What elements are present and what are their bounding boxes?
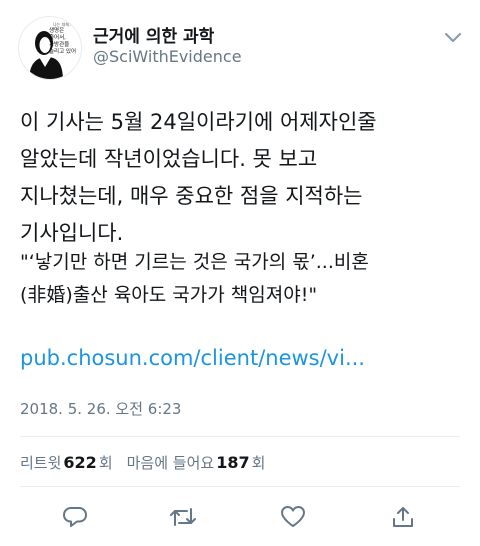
share-button[interactable]: [386, 500, 420, 534]
avatar-caption-line4: 늘리고 있어: [49, 49, 77, 55]
like-unit: 회: [251, 454, 266, 472]
like-button[interactable]: [276, 500, 310, 534]
divider: [20, 436, 460, 437]
heart-icon: [281, 506, 305, 527]
chevron-down-icon[interactable]: [440, 28, 466, 48]
avatar[interactable]: 나는 대체.. 생명은 줄어서, 가방관을 늘리고 있어: [18, 16, 82, 80]
action-bar: [0, 500, 480, 534]
tweet-stats: 리트윗 622 회 마음에 들어요 187 회: [20, 452, 265, 473]
avatar-caption-small: 나는 대체..: [53, 22, 72, 27]
retweet-icon: [170, 508, 196, 526]
author-handle[interactable]: @SciWithEvidence: [93, 47, 242, 66]
like-count[interactable]: 187: [216, 453, 249, 472]
tweet-timestamp[interactable]: 2018. 5. 26. 오전 6:23: [20, 398, 181, 419]
avatar-caption-line2: 줄어서,: [49, 35, 66, 41]
retweet-count[interactable]: 622: [63, 453, 96, 472]
retweet-unit: 회: [98, 454, 113, 472]
article-link[interactable]: pub.chosun.com/client/news/vi...: [20, 346, 365, 370]
divider: [20, 486, 460, 487]
article-title: "‘낳기만 하면 기르는 것은 국가의 몫’...비혼 (非婚)출산 육아도 국…: [20, 251, 369, 306]
like-label[interactable]: 마음에 들어요: [127, 452, 215, 473]
avatar-caption-line3: 가방관을: [49, 42, 70, 48]
tweet-header: 나는 대체.. 생명은 줄어서, 가방관을 늘리고 있어 근거에 의한 과학 @…: [0, 0, 480, 90]
tweet-text: 이 기사는 5월 24일이라기에 어제자인줄 알았는데 작년이었습니다. 못 보…: [20, 110, 377, 245]
author-name[interactable]: 근거에 의한 과학: [93, 22, 214, 47]
share-icon: [393, 507, 413, 527]
reply-icon: [63, 507, 87, 527]
retweet-button[interactable]: [166, 500, 200, 534]
reply-button[interactable]: [58, 500, 92, 534]
retweet-label[interactable]: 리트윗: [20, 452, 61, 473]
avatar-caption-line1: 생명은: [49, 28, 65, 34]
